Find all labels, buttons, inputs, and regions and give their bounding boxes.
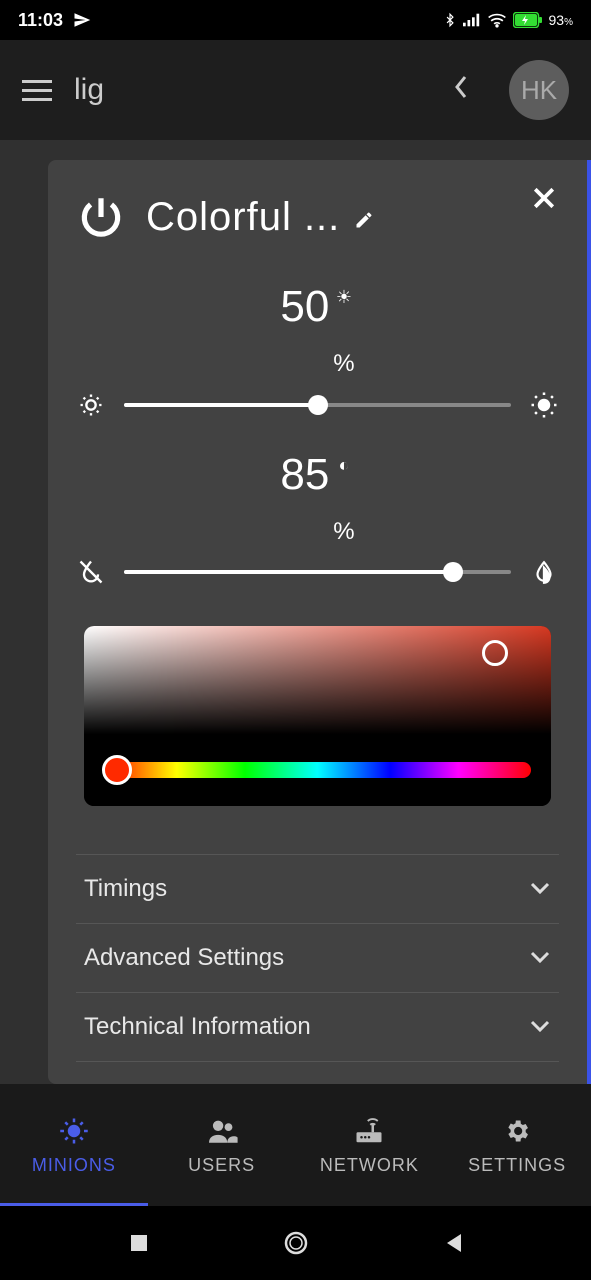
chevron-down-icon — [529, 1016, 551, 1039]
back-button[interactable] — [453, 73, 469, 108]
brightness-low-icon — [76, 391, 106, 419]
signal-icon — [463, 13, 481, 27]
power-icon[interactable] — [76, 192, 126, 242]
device-title-text: Colorful ... — [146, 195, 340, 240]
nav-label: SETTINGS — [468, 1155, 566, 1176]
chevron-down-icon — [529, 878, 551, 901]
accordion-technical[interactable]: Technical Information — [76, 992, 559, 1062]
telegram-icon — [73, 11, 91, 29]
android-back-button[interactable] — [438, 1228, 468, 1258]
router-icon — [354, 1115, 384, 1147]
brightness-high-icon — [529, 390, 559, 420]
nav-label: MINIONS — [32, 1155, 116, 1176]
bottom-nav: MINIONS USERS NETWORK SETTINGS — [0, 1084, 591, 1206]
nav-settings[interactable]: SETTINGS — [443, 1084, 591, 1206]
accordion-timings[interactable]: Timings — [76, 854, 559, 923]
close-button[interactable] — [529, 180, 559, 222]
search-input[interactable]: lig — [74, 73, 431, 107]
accordion-label: Technical Information — [84, 1013, 311, 1041]
saturation-slider-row — [76, 558, 559, 586]
battery-percent: 93% — [549, 12, 573, 28]
brightness-slider[interactable] — [124, 403, 511, 407]
accordion-label: Timings — [84, 875, 167, 903]
brightness-mini-icon: ☀ — [336, 287, 352, 307]
color-area[interactable] — [84, 626, 551, 734]
gear-icon — [503, 1115, 531, 1147]
brightness-value: 50 ☀% — [76, 282, 559, 382]
color-picker — [84, 626, 551, 806]
nav-minions[interactable]: MINIONS — [0, 1084, 148, 1206]
menu-button[interactable] — [22, 80, 52, 101]
hue-slider[interactable] — [104, 762, 531, 778]
android-recents-button[interactable] — [124, 1228, 154, 1258]
saturation-block: 85 ◐% — [76, 450, 559, 586]
saturation-value: 85 ◐% — [76, 450, 559, 550]
status-bar: 11:03 93% — [0, 0, 591, 40]
android-nav-bar — [0, 1206, 591, 1280]
nav-users[interactable]: USERS — [148, 1084, 296, 1206]
status-left: 11:03 — [18, 10, 91, 31]
saturation-on-icon — [529, 559, 559, 585]
edit-icon[interactable] — [354, 195, 374, 240]
users-icon — [206, 1115, 238, 1147]
color-cursor[interactable] — [482, 640, 508, 666]
status-time: 11:03 — [18, 10, 63, 31]
app-header: lig HK — [0, 40, 591, 140]
hue-thumb[interactable] — [102, 755, 132, 785]
accordion-label: Advanced Settings — [84, 944, 284, 972]
chevron-down-icon — [529, 947, 551, 970]
brightness-block: 50 ☀% — [76, 282, 559, 420]
android-home-button[interactable] — [281, 1228, 311, 1258]
battery-icon — [513, 12, 543, 28]
saturation-off-icon — [76, 558, 106, 586]
nav-label: USERS — [188, 1155, 255, 1176]
lightbulb-icon — [59, 1115, 89, 1147]
card-header: Colorful ... — [76, 182, 559, 252]
saturation-slider[interactable] — [124, 570, 511, 574]
accordion-advanced[interactable]: Advanced Settings — [76, 923, 559, 992]
nav-label: NETWORK — [320, 1155, 419, 1176]
avatar[interactable]: HK — [509, 60, 569, 120]
brightness-slider-row — [76, 390, 559, 420]
saturation-mini-icon: ◐ — [339, 455, 350, 475]
device-title: Colorful ... — [146, 195, 559, 240]
bluetooth-icon — [443, 11, 457, 29]
hue-bar-wrap — [84, 734, 551, 806]
nav-network[interactable]: NETWORK — [296, 1084, 444, 1206]
status-right: 93% — [443, 11, 573, 29]
main-area: Colorful ... 50 ☀% — [0, 140, 591, 1084]
accordion: Timings Advanced Settings Technical Info… — [76, 854, 559, 1062]
device-card: Colorful ... 50 ☀% — [48, 160, 591, 1084]
wifi-icon — [487, 12, 507, 28]
